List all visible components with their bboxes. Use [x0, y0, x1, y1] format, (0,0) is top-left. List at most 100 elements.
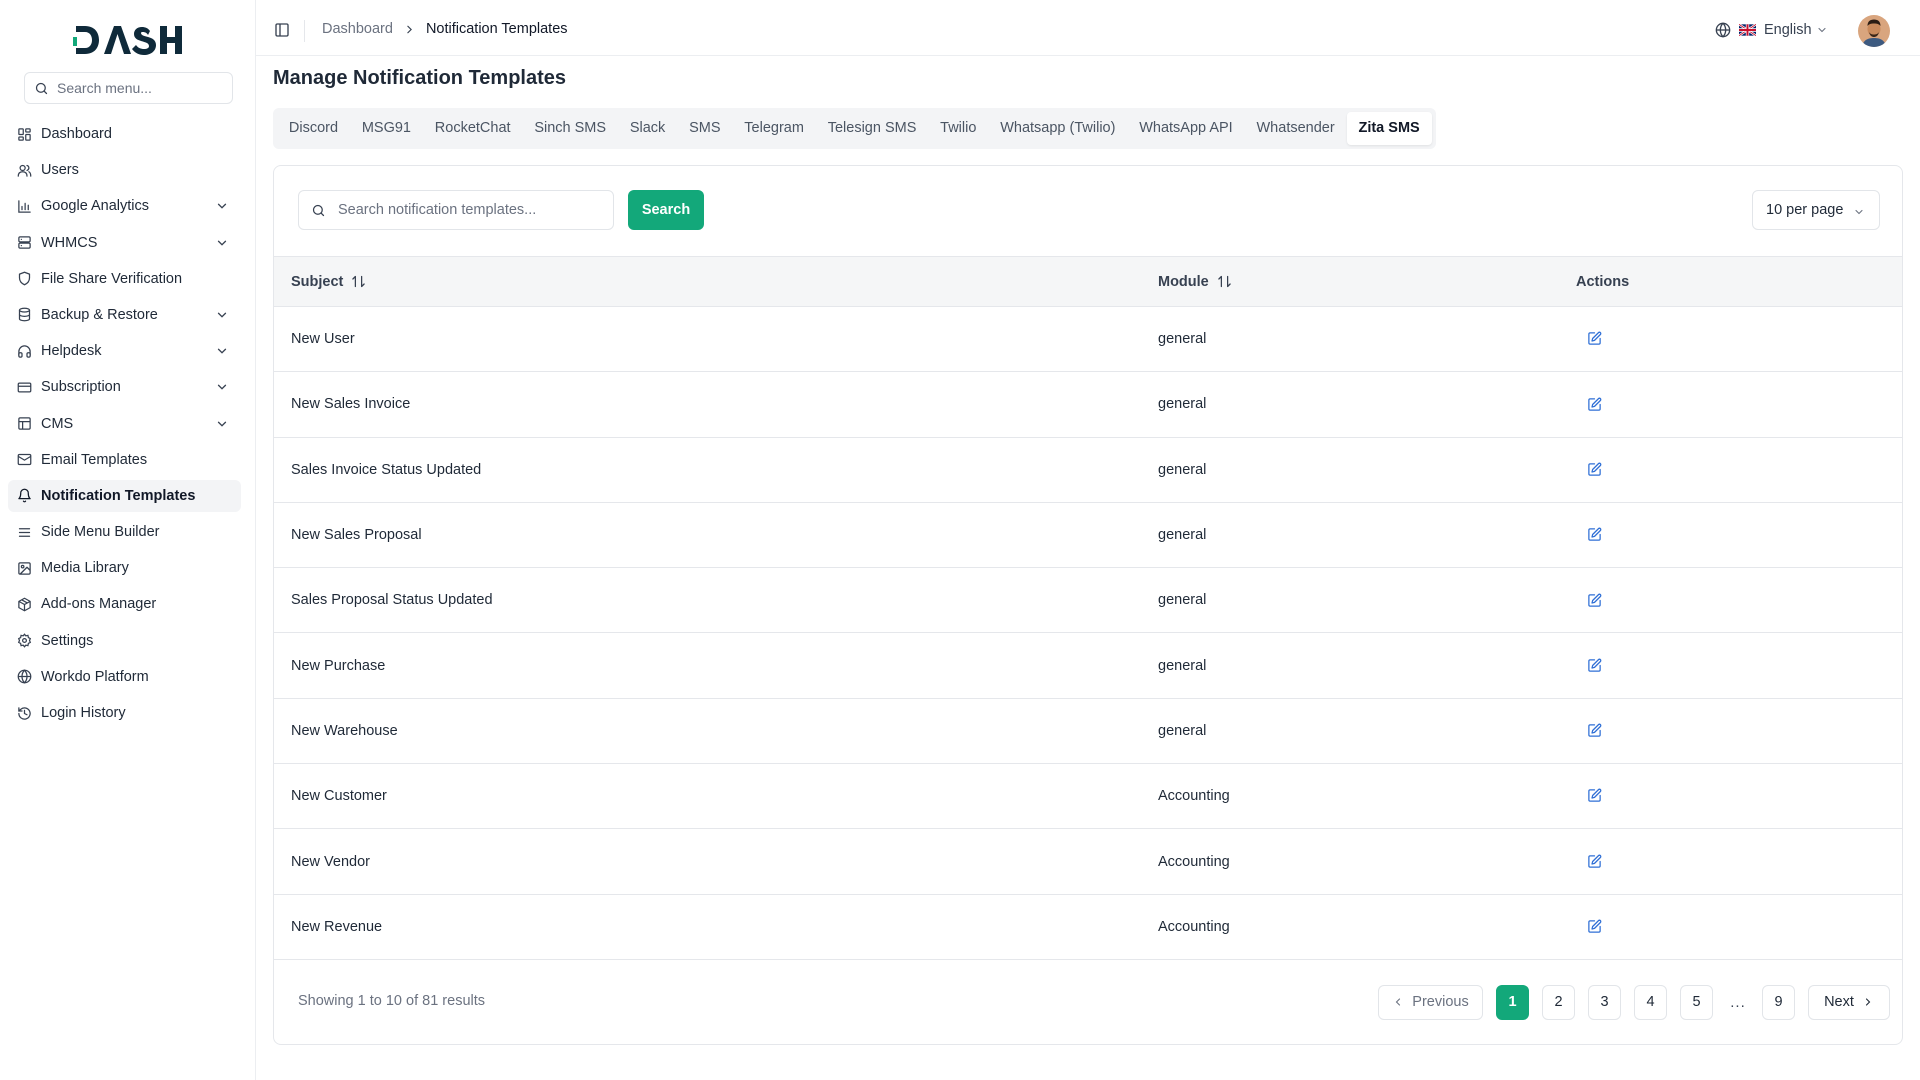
table-row: New Purchase general: [274, 633, 1902, 699]
cell-subject: New Sales Invoice: [291, 396, 411, 413]
edit-icon[interactable]: [1583, 328, 1605, 350]
previous-page-button[interactable]: Previous: [1378, 984, 1483, 1020]
page-title: Manage Notification Templates: [273, 67, 567, 89]
table-row: New User general: [274, 307, 1902, 372]
sidebar-item-label: Google Analytics: [41, 198, 150, 215]
sidebar-item-google-analytics[interactable]: Google Analytics: [8, 190, 241, 222]
chevron-down-icon[interactable]: [215, 380, 229, 394]
cell-actions: [1576, 372, 1902, 437]
next-label: Next: [1824, 994, 1854, 1010]
edit-icon[interactable]: [1583, 654, 1605, 676]
per-page-select[interactable]: 10 per page: [1752, 190, 1880, 230]
sidebar-search[interactable]: [24, 72, 233, 104]
edit-icon[interactable]: [1583, 850, 1605, 872]
template-search[interactable]: [298, 190, 614, 230]
chevron-down-icon[interactable]: [215, 199, 229, 213]
chevron-down-icon: [1818, 27, 1826, 33]
edit-icon[interactable]: [1583, 720, 1605, 742]
sidebar-item-notification-templates[interactable]: Notification Templates: [8, 479, 241, 512]
sidebar-item-helpdesk[interactable]: Helpdesk: [8, 335, 241, 367]
chevron-down-icon[interactable]: [215, 417, 229, 431]
sidebar-item-dashboard[interactable]: Dashboard: [8, 118, 241, 150]
edit-icon[interactable]: [1583, 785, 1605, 807]
shield-icon: [16, 271, 32, 287]
table-row: New Revenue Accounting: [274, 894, 1902, 960]
chevron-down-icon[interactable]: [215, 236, 229, 250]
sidebar-item-login-history[interactable]: Login History: [8, 697, 241, 729]
sidebar-search-input[interactable]: [57, 80, 217, 96]
language-switcher[interactable]: English: [1715, 22, 1828, 38]
sort-icon[interactable]: [1217, 274, 1232, 289]
language-label: English: [1764, 22, 1812, 38]
table-row: New Sales Invoice general: [274, 372, 1902, 438]
sort-icon[interactable]: [351, 274, 366, 289]
sidebar-item-email-templates[interactable]: Email Templates: [8, 444, 241, 476]
chevron-down-icon[interactable]: [215, 308, 229, 322]
table-row: New Vendor Accounting: [274, 829, 1902, 895]
column-actions: Actions: [1576, 256, 1902, 307]
sidebar-item-users[interactable]: Users: [8, 154, 241, 186]
cell-module: general: [1158, 657, 1207, 674]
tab-discord[interactable]: Discord: [277, 112, 350, 145]
tab-whatsender[interactable]: Whatsender: [1245, 112, 1347, 145]
sidebar-item-label: Dashboard: [41, 126, 112, 142]
page-button-5[interactable]: 5: [1680, 984, 1713, 1020]
column-header-label: Actions: [1576, 273, 1630, 290]
tab-telesign-sms[interactable]: Telesign SMS: [816, 112, 928, 145]
tab-slack[interactable]: Slack: [618, 112, 677, 145]
bar-chart-icon: [16, 198, 32, 214]
sidebar-item-label: WHMCS: [41, 234, 98, 251]
page-button-1[interactable]: 1: [1496, 984, 1529, 1020]
sidebar-item-cms[interactable]: CMS: [8, 408, 241, 440]
page-button-3[interactable]: 3: [1588, 984, 1621, 1020]
user-avatar[interactable]: [1858, 15, 1890, 47]
tab-telegram[interactable]: Telegram: [732, 112, 815, 145]
template-search-input[interactable]: [338, 202, 598, 218]
column-header-label: Module: [1158, 273, 1209, 290]
results-summary: Showing 1 to 10 of 81 results: [298, 993, 486, 1009]
tab-msg91[interactable]: MSG91: [350, 112, 423, 145]
dash-logo[interactable]: [72, 20, 182, 60]
tab-whatsapp-api[interactable]: WhatsApp API: [1127, 112, 1244, 145]
package-icon: [16, 596, 32, 612]
next-page-button[interactable]: Next: [1808, 984, 1890, 1020]
page-button-4[interactable]: 4: [1634, 984, 1667, 1020]
breadcrumb-dashboard-link[interactable]: Dashboard: [322, 21, 393, 37]
edit-icon[interactable]: [1583, 589, 1605, 611]
sidebar-item-side-menu-builder[interactable]: Side Menu Builder: [8, 516, 241, 548]
edit-icon[interactable]: [1583, 458, 1605, 480]
edit-icon[interactable]: [1583, 916, 1605, 938]
sidebar-item-media-library[interactable]: Media Library: [8, 552, 241, 584]
edit-icon[interactable]: [1583, 393, 1605, 415]
sidebar-item-file-share-verification[interactable]: File Share Verification: [8, 263, 241, 295]
column-header-label: Subject: [291, 273, 344, 290]
search-button[interactable]: Search: [628, 190, 704, 230]
cell-actions: [1576, 307, 1902, 372]
chevron-right-icon: [403, 23, 416, 36]
breadcrumb-current: Notification Templates: [425, 21, 568, 37]
sidebar-item-backup-restore[interactable]: Backup & Restore: [8, 299, 241, 331]
sidebar-item-label: Notification Templates: [41, 487, 196, 504]
sidebar-item-label: Helpdesk: [41, 343, 102, 360]
sidebar-item-settings[interactable]: Settings: [8, 625, 241, 657]
tab-whatsapp-twilio[interactable]: Whatsapp (Twilio): [988, 112, 1127, 145]
sidebar-item-whmcs[interactable]: WHMCS: [8, 227, 241, 259]
cell-actions: [1576, 698, 1902, 763]
sidebar-item-subscription[interactable]: Subscription: [8, 371, 241, 403]
provider-tabs: Discord MSG91 RocketChat Sinch SMS Slack…: [273, 108, 1436, 149]
page-button-2[interactable]: 2: [1542, 984, 1575, 1020]
sidebar-item-workdo-platform[interactable]: Workdo Platform: [8, 661, 241, 693]
tab-sinch-sms[interactable]: Sinch SMS: [522, 112, 618, 145]
per-page-value: 10 per page: [1766, 202, 1844, 218]
avatar-image: [1858, 15, 1890, 47]
chevron-down-icon[interactable]: [215, 344, 229, 358]
edit-icon[interactable]: [1583, 524, 1605, 546]
sidebar-item-add-ons-manager[interactable]: Add-ons Manager: [8, 588, 241, 620]
tab-zita-sms[interactable]: Zita SMS: [1346, 112, 1432, 145]
tab-twilio[interactable]: Twilio: [928, 112, 988, 145]
tab-sms[interactable]: SMS: [677, 112, 732, 145]
headphones-icon: [16, 343, 32, 359]
sidebar-toggle-icon[interactable]: [274, 22, 290, 38]
tab-rocketchat[interactable]: RocketChat: [423, 112, 523, 145]
page-button-last[interactable]: 9: [1762, 984, 1795, 1020]
